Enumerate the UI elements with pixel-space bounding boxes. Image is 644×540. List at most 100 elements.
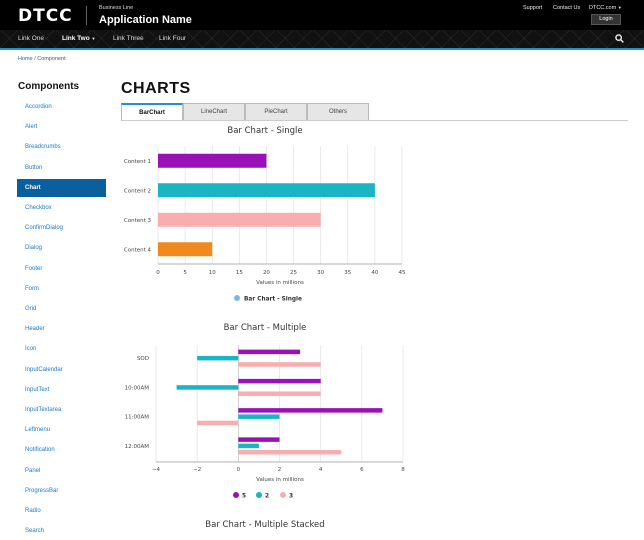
legend-label: 3 (289, 494, 293, 500)
search-icon[interactable] (615, 34, 624, 43)
bar-series-2 (197, 355, 239, 361)
sidebar-item-header[interactable]: Header (17, 320, 106, 338)
x-tick-label: 8 (401, 467, 405, 473)
sidebar-item-progressbar[interactable]: ProgressBar (17, 482, 106, 500)
login-button[interactable]: Login (591, 14, 621, 25)
legend-marker (233, 492, 239, 498)
sidebar-item-form[interactable]: Form (17, 280, 106, 298)
bar-series-5 (238, 408, 383, 413)
tab-piechart[interactable]: PieChart (245, 103, 307, 121)
bar (158, 153, 267, 168)
nav-accent-line (0, 48, 644, 50)
x-tick-label: 2 (278, 467, 282, 473)
nav-link-two-label: Link Two (62, 35, 90, 42)
chart-title: Bar Chart - Multiple Stacked (205, 520, 324, 530)
bar-series-5 (238, 349, 301, 355)
y-tick-label: Content 3 (124, 218, 152, 224)
sidebar-title: Components (18, 81, 80, 92)
tab-linechart[interactable]: LineChart (183, 103, 245, 121)
breadcrumb-home-link[interactable]: Home (18, 56, 33, 62)
logo-divider (86, 6, 87, 25)
sidebar-item-chart[interactable]: Chart (17, 178, 106, 197)
x-axis-label: Values in millions (256, 477, 304, 483)
x-tick-label: 0 (237, 467, 241, 473)
x-tick-label: 25 (290, 270, 297, 276)
x-tick-label: 40 (371, 270, 378, 276)
y-tick-label: Content 1 (124, 159, 151, 165)
bar (158, 183, 375, 198)
bar (158, 212, 321, 227)
tab-others[interactable]: Others (307, 103, 369, 121)
sidebar-item-button[interactable]: Button (17, 159, 106, 177)
bar-series-3 (197, 420, 239, 426)
sidebar-item-alert[interactable]: Alert (17, 118, 106, 136)
bar-series-2 (238, 414, 280, 419)
y-tick-label: Content 4 (124, 247, 152, 253)
bar-series-5 (238, 378, 321, 384)
legend-label: Bar Chart - Single (244, 297, 302, 303)
tab-barchart[interactable]: BarChart (121, 103, 183, 121)
app-name: Application Name (99, 14, 192, 26)
breadcrumb: Home / Component (18, 56, 66, 62)
sidebar-item-breadcrumbs[interactable]: Breadcrumbs (17, 138, 106, 156)
sidebar-item-inputtext[interactable]: InputText (17, 381, 106, 399)
contact-us-link[interactable]: Contact Us (553, 5, 580, 11)
sidebar-item-inputtextarea[interactable]: InputTextarea (17, 401, 106, 419)
main-nav: Link One Link Two ▼ Link Three Link Four (0, 30, 644, 48)
bar-series-5 (238, 437, 280, 442)
support-link[interactable]: Support (523, 5, 542, 11)
bar-series-3 (238, 362, 321, 367)
x-tick-label: 5 (183, 270, 187, 276)
x-tick-label: 15 (236, 270, 243, 276)
sidebar-item-footer[interactable]: Footer (17, 260, 106, 278)
sidebar-item-checkbox[interactable]: Checkbox (17, 199, 106, 217)
x-tick-label: 4 (319, 467, 323, 473)
breadcrumb-separator: / (34, 56, 36, 62)
nav-link-four[interactable]: Link Four (159, 35, 186, 42)
bar-series-3 (238, 449, 342, 455)
x-tick-label: 35 (344, 270, 351, 276)
sidebar-item-leftmenu[interactable]: Leftmenu (17, 421, 106, 439)
sidebar-item-accordion[interactable]: Accordion (17, 98, 106, 116)
bar (158, 242, 213, 257)
y-tick-label: 12:00AM (125, 444, 150, 450)
sidebar-item-panel[interactable]: Panel (17, 462, 106, 480)
sidebar-item-radio[interactable]: Radio (17, 502, 106, 520)
x-tick-label: 10 (209, 270, 216, 276)
x-tick-label: 6 (360, 467, 364, 473)
sidebar-item-search[interactable]: Search (17, 522, 106, 540)
x-tick-label: 0 (156, 270, 160, 276)
page-title: CHARTS (121, 80, 191, 97)
sidebar-item-notification[interactable]: Notification (17, 441, 106, 459)
business-line-label: Business Line (99, 5, 134, 11)
sidebar-item-inputcalendar[interactable]: InputCalendar (17, 361, 106, 379)
x-tick-label: 20 (263, 270, 270, 276)
nav-link-two[interactable]: Link Two ▼ (62, 35, 95, 42)
x-tick-label: −2 (193, 467, 201, 473)
legend-label: 2 (265, 494, 269, 500)
sidebar-item-icon[interactable]: Icon (17, 340, 106, 358)
dtcc-com-label: DTCC.com (589, 5, 617, 11)
sidebar-item-confirmdialog[interactable]: ConfirmDialog (17, 219, 106, 237)
x-tick-label: 45 (399, 270, 406, 276)
sidebar-item-dialog[interactable]: Dialog (17, 239, 106, 257)
y-tick-label: 11:00AM (125, 415, 150, 421)
nav-link-three[interactable]: Link Three (113, 35, 144, 42)
chart-title: Bar Chart - Single (227, 126, 302, 136)
chevron-down-icon: ▼ (617, 5, 622, 10)
tabs-underline (121, 120, 628, 121)
y-tick-label: 10:00AM (125, 385, 150, 391)
legend-marker (234, 295, 240, 301)
dtcc-com-link[interactable]: DTCC.com ▼ (589, 5, 622, 11)
bar-series-3 (238, 391, 321, 396)
sidebar-item-grid[interactable]: Grid (17, 300, 106, 318)
x-tick-label: −4 (152, 467, 161, 473)
dtcc-logo[interactable]: DTCC (18, 6, 73, 26)
breadcrumb-current: Component (37, 56, 66, 62)
x-tick-label: 30 (317, 270, 324, 276)
y-tick-label: Content 2 (124, 188, 151, 194)
chevron-down-icon: ▼ (91, 36, 96, 41)
nav-link-one[interactable]: Link One (18, 35, 44, 42)
top-header: DTCC Business Line Application Name Supp… (0, 0, 644, 30)
y-tick-label: SOD (137, 356, 149, 362)
